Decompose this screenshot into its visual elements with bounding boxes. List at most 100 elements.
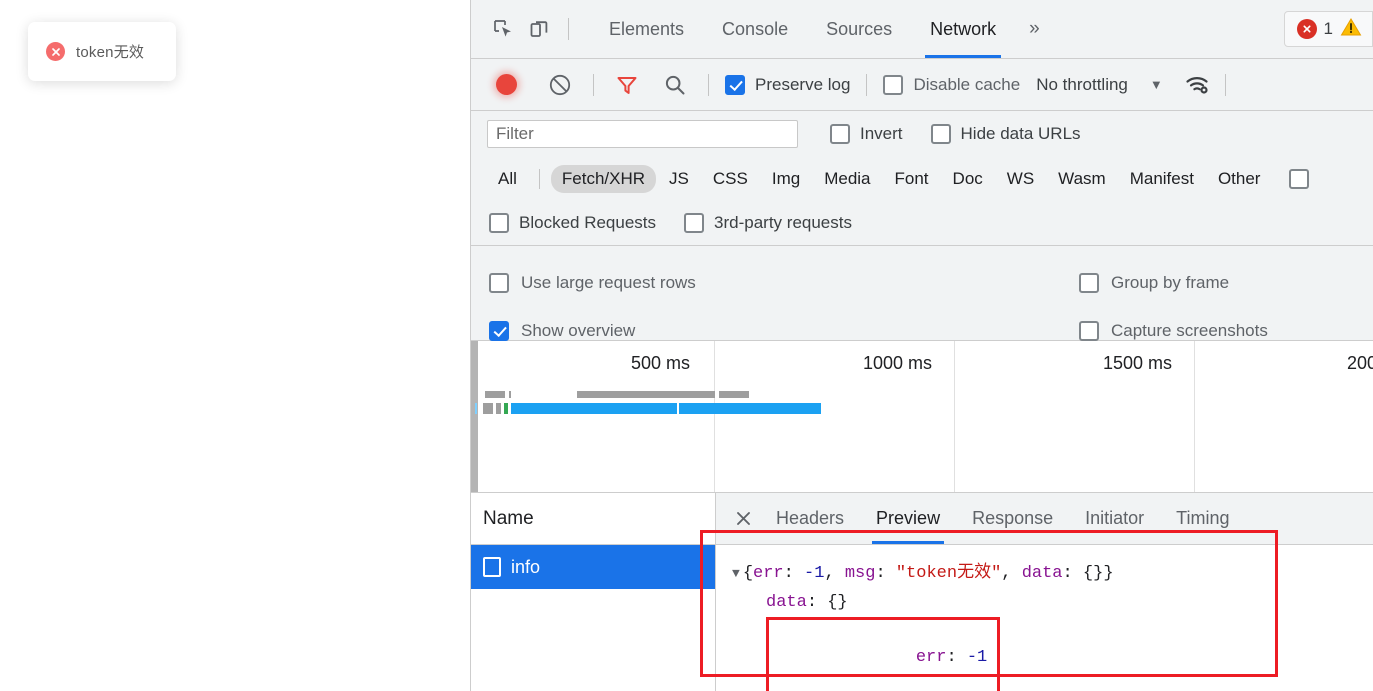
checkbox-box (1079, 321, 1099, 341)
overview-gridline (714, 341, 715, 492)
screenshot-root: token无效 Elements Console Sources Network… (0, 0, 1373, 691)
overview-gridline (1194, 341, 1195, 492)
throttling-select[interactable]: No throttling (1036, 75, 1128, 95)
filter-row: Invert Hide data URLs (471, 111, 1373, 157)
json-colon: : (875, 564, 896, 583)
filter-divider (538, 169, 540, 189)
network-overview-timeline[interactable]: 500 ms 1000 ms 1500 ms 200 (471, 341, 1373, 493)
host-page-area: token无效 (0, 0, 470, 691)
tab-elements[interactable]: Elements (590, 0, 703, 58)
show-overview-label: Show overview (521, 321, 636, 340)
more-tabs-icon[interactable]: » (1015, 18, 1054, 40)
blocked-requests-row: Blocked Requests 3rd-party requests (471, 201, 1373, 246)
json-property-row[interactable]: data : {} (732, 588, 1373, 617)
table-row[interactable]: info (471, 545, 715, 589)
type-filter-all[interactable]: All (487, 165, 528, 193)
preserve-log-checkbox[interactable]: Preserve log (725, 74, 851, 95)
type-filter-doc[interactable]: Doc (942, 165, 994, 193)
type-filter-fetch-xhr[interactable]: Fetch/XHR (550, 165, 657, 193)
network-toolbar: Preserve log Disable cache No throttling… (471, 59, 1373, 111)
overview-gridline (954, 341, 955, 492)
overview-tick-500: 500 ms (631, 353, 691, 373)
device-toolbar-icon[interactable] (521, 11, 557, 47)
type-filter-font[interactable]: Font (884, 165, 940, 193)
overview-tick-1000: 1000 ms (863, 353, 933, 373)
json-preview: ▼ { err : -1 , msg : "token无效" , data : … (716, 545, 1373, 691)
json-brace-open: { (742, 564, 754, 583)
tab-response[interactable]: Response (956, 493, 1069, 544)
resource-type-filters: All Fetch/XHR JS CSS Img Media Font Doc … (471, 157, 1373, 201)
blocked-requests-checkbox[interactable]: Blocked Requests (489, 213, 656, 233)
devtools-panel: Elements Console Sources Network » 1 Pre… (470, 0, 1373, 691)
wifi-settings-icon[interactable] (1181, 68, 1215, 102)
type-filter-js[interactable]: JS (658, 165, 700, 193)
network-bottom-split: Name info Headers Preview Response Initi… (471, 493, 1373, 691)
disclosure-triangle-icon[interactable]: ▼ (732, 559, 740, 588)
json-comma: , (824, 564, 845, 583)
group-by-frame-label: Group by frame (1111, 273, 1230, 292)
devtools-tabstrip: Elements Console Sources Network » 1 (471, 0, 1373, 59)
invert-checkbox[interactable]: Invert (830, 124, 903, 144)
clear-prohibited-icon[interactable] (543, 68, 577, 102)
tab-initiator[interactable]: Initiator (1069, 493, 1160, 544)
type-filter-media[interactable]: Media (813, 165, 881, 193)
checkbox-box (883, 74, 904, 95)
capture-screenshots-label: Capture screenshots (1111, 321, 1268, 340)
third-party-requests-checkbox[interactable]: 3rd-party requests (684, 213, 852, 233)
group-by-frame-checkbox[interactable]: Group by frame (1079, 259, 1268, 307)
overview-tick-2000: 200 (1347, 353, 1373, 373)
filter-funnel-icon[interactable] (610, 68, 644, 102)
disable-cache-label: Disable cache (913, 74, 1021, 94)
tab-headers[interactable]: Headers (760, 493, 860, 544)
disable-cache-checkbox[interactable]: Disable cache (883, 74, 1021, 95)
preserve-log-label: Preserve log (755, 74, 851, 94)
use-large-rows-checkbox[interactable]: Use large request rows (489, 259, 696, 307)
checkbox-box (830, 124, 850, 144)
type-filter-manifest[interactable]: Manifest (1119, 165, 1205, 193)
json-value-data: {} (1082, 564, 1104, 583)
details-tabs: Headers Preview Response Initiator Timin… (716, 493, 1373, 545)
toast-notification[interactable]: token无效 (28, 22, 176, 81)
json-value-err: -1 (804, 564, 825, 583)
type-filter-img[interactable]: Img (761, 165, 811, 193)
tab-sources[interactable]: Sources (807, 0, 911, 58)
json-key: err (915, 648, 947, 667)
toolbar-divider (568, 18, 569, 40)
close-icon[interactable] (726, 502, 760, 536)
overview-tick-1500: 1500 ms (1103, 353, 1173, 373)
type-filter-ws[interactable]: WS (996, 165, 1045, 193)
tab-network[interactable]: Network (911, 0, 1015, 58)
json-summary-line[interactable]: ▼ { err : -1 , msg : "token无效" , data : … (732, 559, 1373, 588)
column-header-name[interactable]: Name (471, 493, 715, 545)
type-row-checkbox[interactable] (1289, 169, 1310, 189)
tab-timing[interactable]: Timing (1160, 493, 1245, 544)
checkbox-box (489, 213, 509, 233)
chevron-down-icon[interactable]: ▼ (1150, 77, 1163, 92)
status-badge[interactable]: 1 (1283, 11, 1373, 47)
type-filter-other[interactable]: Other (1207, 165, 1272, 193)
search-input[interactable] (487, 120, 798, 148)
tab-console[interactable]: Console (703, 0, 807, 58)
network-settings-pane: Use large request rows Show overview Gro… (471, 246, 1373, 341)
type-filter-wasm[interactable]: Wasm (1047, 165, 1117, 193)
search-icon[interactable] (658, 68, 692, 102)
overview-request-bar (509, 391, 511, 398)
overview-network-bar (475, 403, 477, 414)
json-value-msg: "token无效" (895, 564, 1002, 583)
overview-marker (504, 403, 508, 414)
record-dot-icon[interactable] (489, 68, 523, 102)
error-circle-icon (1296, 19, 1317, 39)
json-key-data: data (1021, 564, 1063, 583)
document-icon (483, 557, 501, 577)
blocked-requests-label: Blocked Requests (519, 213, 657, 232)
hide-data-urls-checkbox[interactable]: Hide data URLs (930, 124, 1081, 144)
type-filter-css[interactable]: CSS (702, 165, 759, 193)
json-property-row[interactable]: err: -1 (732, 617, 1373, 691)
request-name: info (511, 556, 541, 577)
toast-message: token无效 (76, 44, 145, 61)
json-comma: , (1001, 564, 1022, 583)
tab-preview[interactable]: Preview (860, 493, 956, 544)
inspect-element-icon[interactable] (485, 11, 521, 47)
overview-drag-handle[interactable] (471, 341, 478, 492)
json-key-msg: msg (844, 564, 876, 583)
